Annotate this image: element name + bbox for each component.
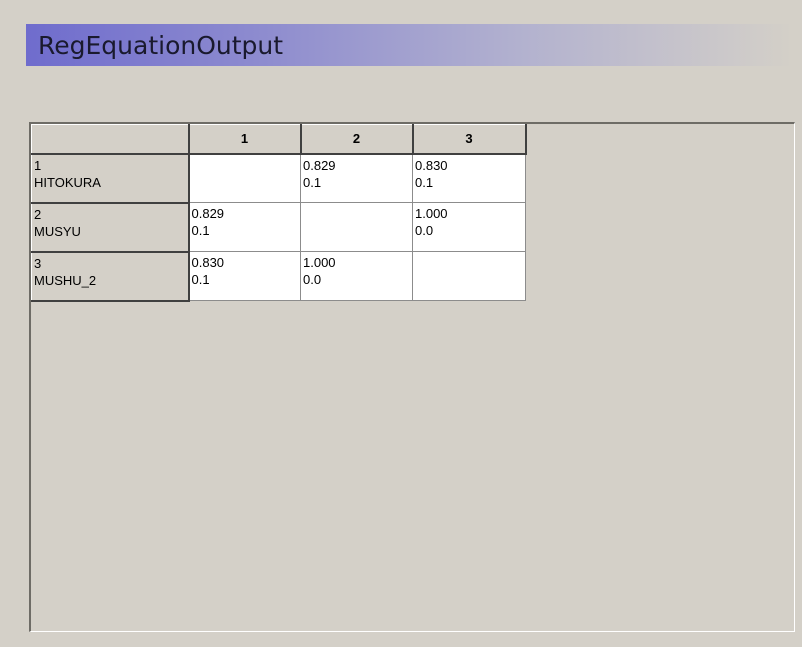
row-header-3[interactable]: 3 MUSHU_2 [31,251,190,302]
row-header-1[interactable]: 1 HITOKURA [31,153,190,204]
grid-cell-r3-c3[interactable] [412,251,526,301]
grid-cell-r2-c1[interactable]: 0.829 0.1 [188,202,301,252]
cell-value: 0.829 [191,206,225,221]
grid-cell-r3-c1[interactable]: 0.830 0.1 [188,251,301,301]
row-name: MUSHU_2 [34,272,97,288]
table-row: 2 MUSYU 0.829 0.1 1.000 0.0 [31,202,526,253]
grid-cell-r1-c3[interactable]: 0.830 0.1 [412,153,526,203]
window-title: RegEquationOutput [38,30,284,60]
cell-value: 1.000 [303,255,336,270]
table-row: 1 HITOKURA 0.829 0.1 0.830 0.1 [31,153,526,204]
row-index: 2 [34,206,42,222]
cell-value: 0.829 [303,157,336,173]
cell-sub-value: 0.0 [303,272,322,287]
grid-cell-r1-c2[interactable]: 0.829 0.1 [300,153,413,203]
cell-sub-value: 0.0 [415,223,434,238]
row-name: MUSYU [34,223,81,239]
cell-sub-value: 0.1 [303,174,322,190]
column-header-2[interactable]: 2 [300,124,414,155]
cell-value: 1.000 [415,206,448,221]
column-header-1[interactable]: 1 [188,124,302,155]
cell-value: 0.830 [191,255,225,270]
grid-corner-cell[interactable] [31,124,190,155]
correlation-grid-panel[interactable]: 1 2 3 1 HITOKURA 0.829 0.1 0.830 0.1 2 M… [29,122,795,632]
table-row: 3 MUSHU_2 0.830 0.1 1.000 0.0 [31,251,526,302]
cell-value: 0.830 [415,157,448,173]
grid-cell-r2-c2[interactable] [300,202,413,252]
row-name: HITOKURA [34,174,101,190]
cell-sub-value: 0.1 [191,272,210,287]
grid-cell-r2-c3[interactable]: 1.000 0.0 [412,202,526,252]
grid-cell-r1-c1[interactable] [188,153,301,203]
row-index: 3 [34,255,42,271]
row-index: 1 [34,157,42,173]
correlation-grid: 1 2 3 1 HITOKURA 0.829 0.1 0.830 0.1 2 M… [31,124,527,302]
window-title-bar: RegEquationOutput [26,24,794,66]
cell-sub-value: 0.1 [191,223,210,238]
row-header-2[interactable]: 2 MUSYU [31,202,190,253]
column-header-3[interactable]: 3 [412,124,527,155]
grid-header-row: 1 2 3 [31,124,527,155]
cell-sub-value: 0.1 [415,174,434,190]
grid-cell-r3-c2[interactable]: 1.000 0.0 [300,251,413,301]
